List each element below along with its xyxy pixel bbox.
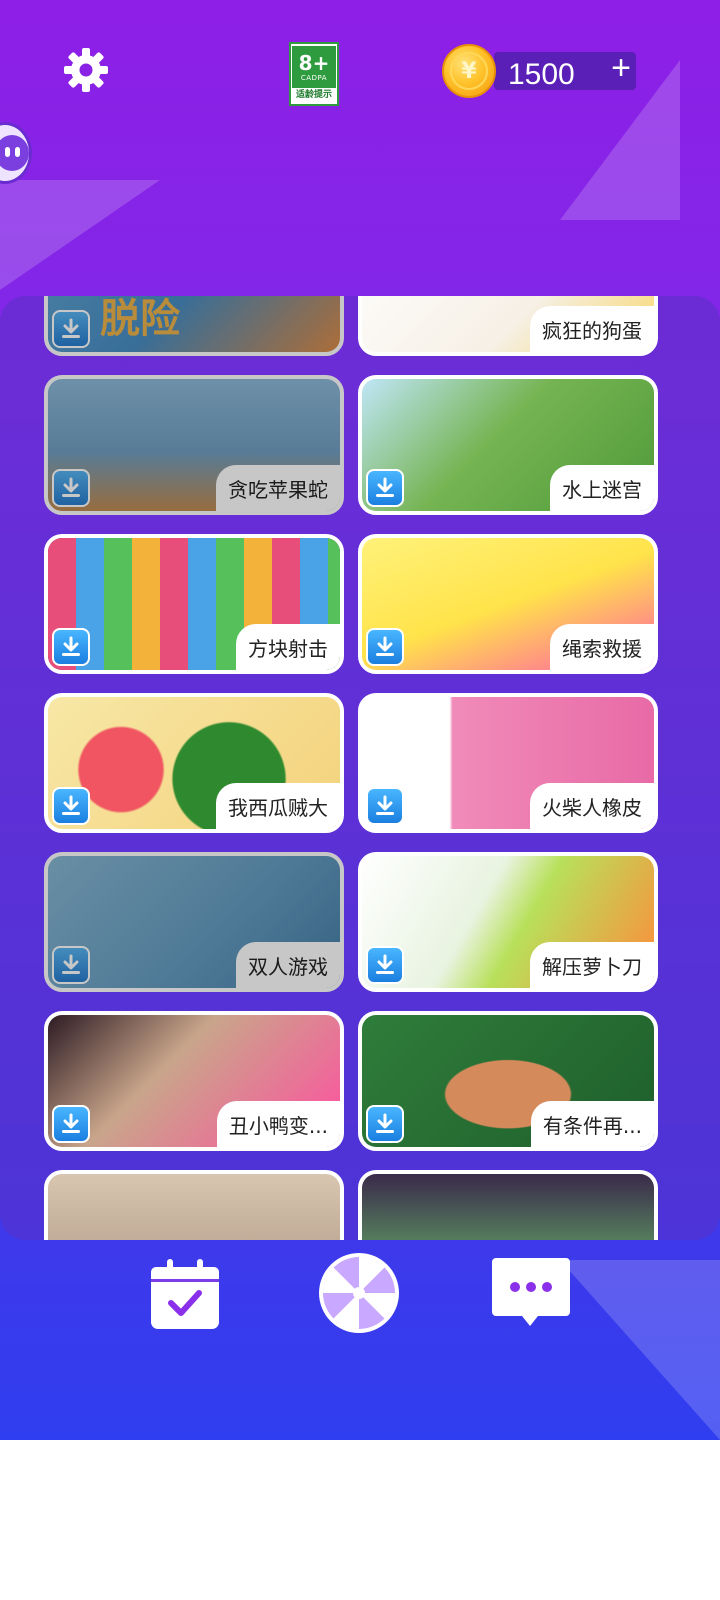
game-title: 绳索救援: [550, 624, 654, 670]
game-card[interactable]: 有条件再...: [358, 1011, 658, 1151]
game-card[interactable]: 方块射击: [44, 534, 344, 674]
game-title: 方块射击: [236, 624, 340, 670]
game-title: 水上迷宫: [550, 465, 654, 511]
add-coins-button[interactable]: +: [606, 51, 636, 85]
download-icon: [376, 1113, 394, 1133]
game-card[interactable]: 疯狂的狗蛋: [358, 296, 658, 356]
download-icon: [62, 477, 80, 497]
avatar-face-icon: [0, 135, 29, 171]
game-card[interactable]: 双人游戏: [44, 852, 344, 992]
download-button[interactable]: [52, 1105, 90, 1143]
age-rating-org: CADPA: [300, 73, 328, 82]
age-rating-badge[interactable]: 8+ CADPA 适龄提示: [289, 42, 339, 106]
daily-checkin-button[interactable]: [146, 1256, 224, 1334]
age-rating-note: 适龄提示: [295, 90, 332, 100]
download-button[interactable]: [52, 310, 90, 348]
download-icon: [62, 636, 80, 656]
download-button[interactable]: [52, 946, 90, 984]
app-screen: 8+ CADPA 适龄提示 ¥ 1500 + 脱险 疯狂的狗蛋贪吃苹果蛇 水上迷宫方…: [0, 0, 720, 1440]
game-title: 有条件再...: [530, 1101, 654, 1147]
coin-icon: ¥: [442, 44, 496, 98]
avatar-eye: [15, 147, 20, 157]
download-icon: [62, 795, 80, 815]
calendar-check-icon: [151, 1259, 219, 1329]
messages-button[interactable]: [490, 1254, 572, 1330]
download-icon: [62, 954, 80, 974]
download-button[interactable]: [52, 628, 90, 666]
avatar-eye: [5, 147, 10, 157]
gear-icon: [64, 48, 108, 92]
game-thumbnail: [48, 1174, 340, 1240]
game-title: 丑小鸭变...: [216, 1101, 340, 1147]
game-title: 双人游戏: [236, 942, 340, 988]
spin-wheel-icon: [319, 1253, 399, 1333]
game-card[interactable]: 贪吃苹果蛇: [44, 375, 344, 515]
game-title: 贪吃苹果蛇: [216, 465, 340, 511]
game-card[interactable]: 火柴人橡皮: [358, 693, 658, 833]
floating-avatar-button[interactable]: [0, 122, 32, 184]
age-rating-top: 8+ CADPA: [292, 46, 336, 88]
lucky-wheel-button[interactable]: [316, 1250, 402, 1336]
game-card[interactable]: 绳索救援: [358, 534, 658, 674]
age-rating-number: 8+: [298, 50, 330, 75]
download-button[interactable]: [366, 628, 404, 666]
download-button[interactable]: [52, 469, 90, 507]
download-icon: [376, 954, 394, 974]
bg-decoration: [0, 180, 160, 290]
download-button[interactable]: [52, 787, 90, 825]
download-icon: [62, 1113, 80, 1133]
game-card[interactable]: 水上迷宫: [358, 375, 658, 515]
settings-button[interactable]: [60, 44, 112, 96]
download-icon: [376, 636, 394, 656]
game-title: 脱险: [100, 296, 180, 338]
game-title: 疯狂的狗蛋: [530, 306, 654, 352]
game-card[interactable]: 丑小鸭变...: [44, 1011, 344, 1151]
game-card[interactable]: 解压萝卜刀: [358, 852, 658, 992]
game-title: 我西瓜贼大: [216, 783, 340, 829]
download-button[interactable]: [366, 946, 404, 984]
download-button[interactable]: [366, 1105, 404, 1143]
game-list-panel[interactable]: 脱险 疯狂的狗蛋贪吃苹果蛇 水上迷宫方块射击 绳索救援我西瓜贼大 火柴人橡皮双人游戏 解压…: [0, 296, 720, 1240]
game-card[interactable]: 脱险: [44, 296, 344, 356]
yuan-symbol: ¥: [450, 52, 488, 90]
game-thumbnail: [362, 1174, 654, 1240]
chat-bubble-icon: [492, 1258, 570, 1326]
game-title: 火柴人橡皮: [530, 783, 654, 829]
download-button[interactable]: [366, 469, 404, 507]
game-title: 解压萝卜刀: [530, 942, 654, 988]
download-icon: [62, 318, 80, 338]
game-card[interactable]: 我西瓜贼大: [44, 693, 344, 833]
bg-decoration: [560, 1260, 720, 1440]
coin-count: 1500: [508, 58, 575, 91]
download-icon: [376, 795, 394, 815]
download-icon: [376, 477, 394, 497]
game-card[interactable]: [358, 1170, 658, 1240]
game-card[interactable]: [44, 1170, 344, 1240]
download-button[interactable]: [366, 787, 404, 825]
